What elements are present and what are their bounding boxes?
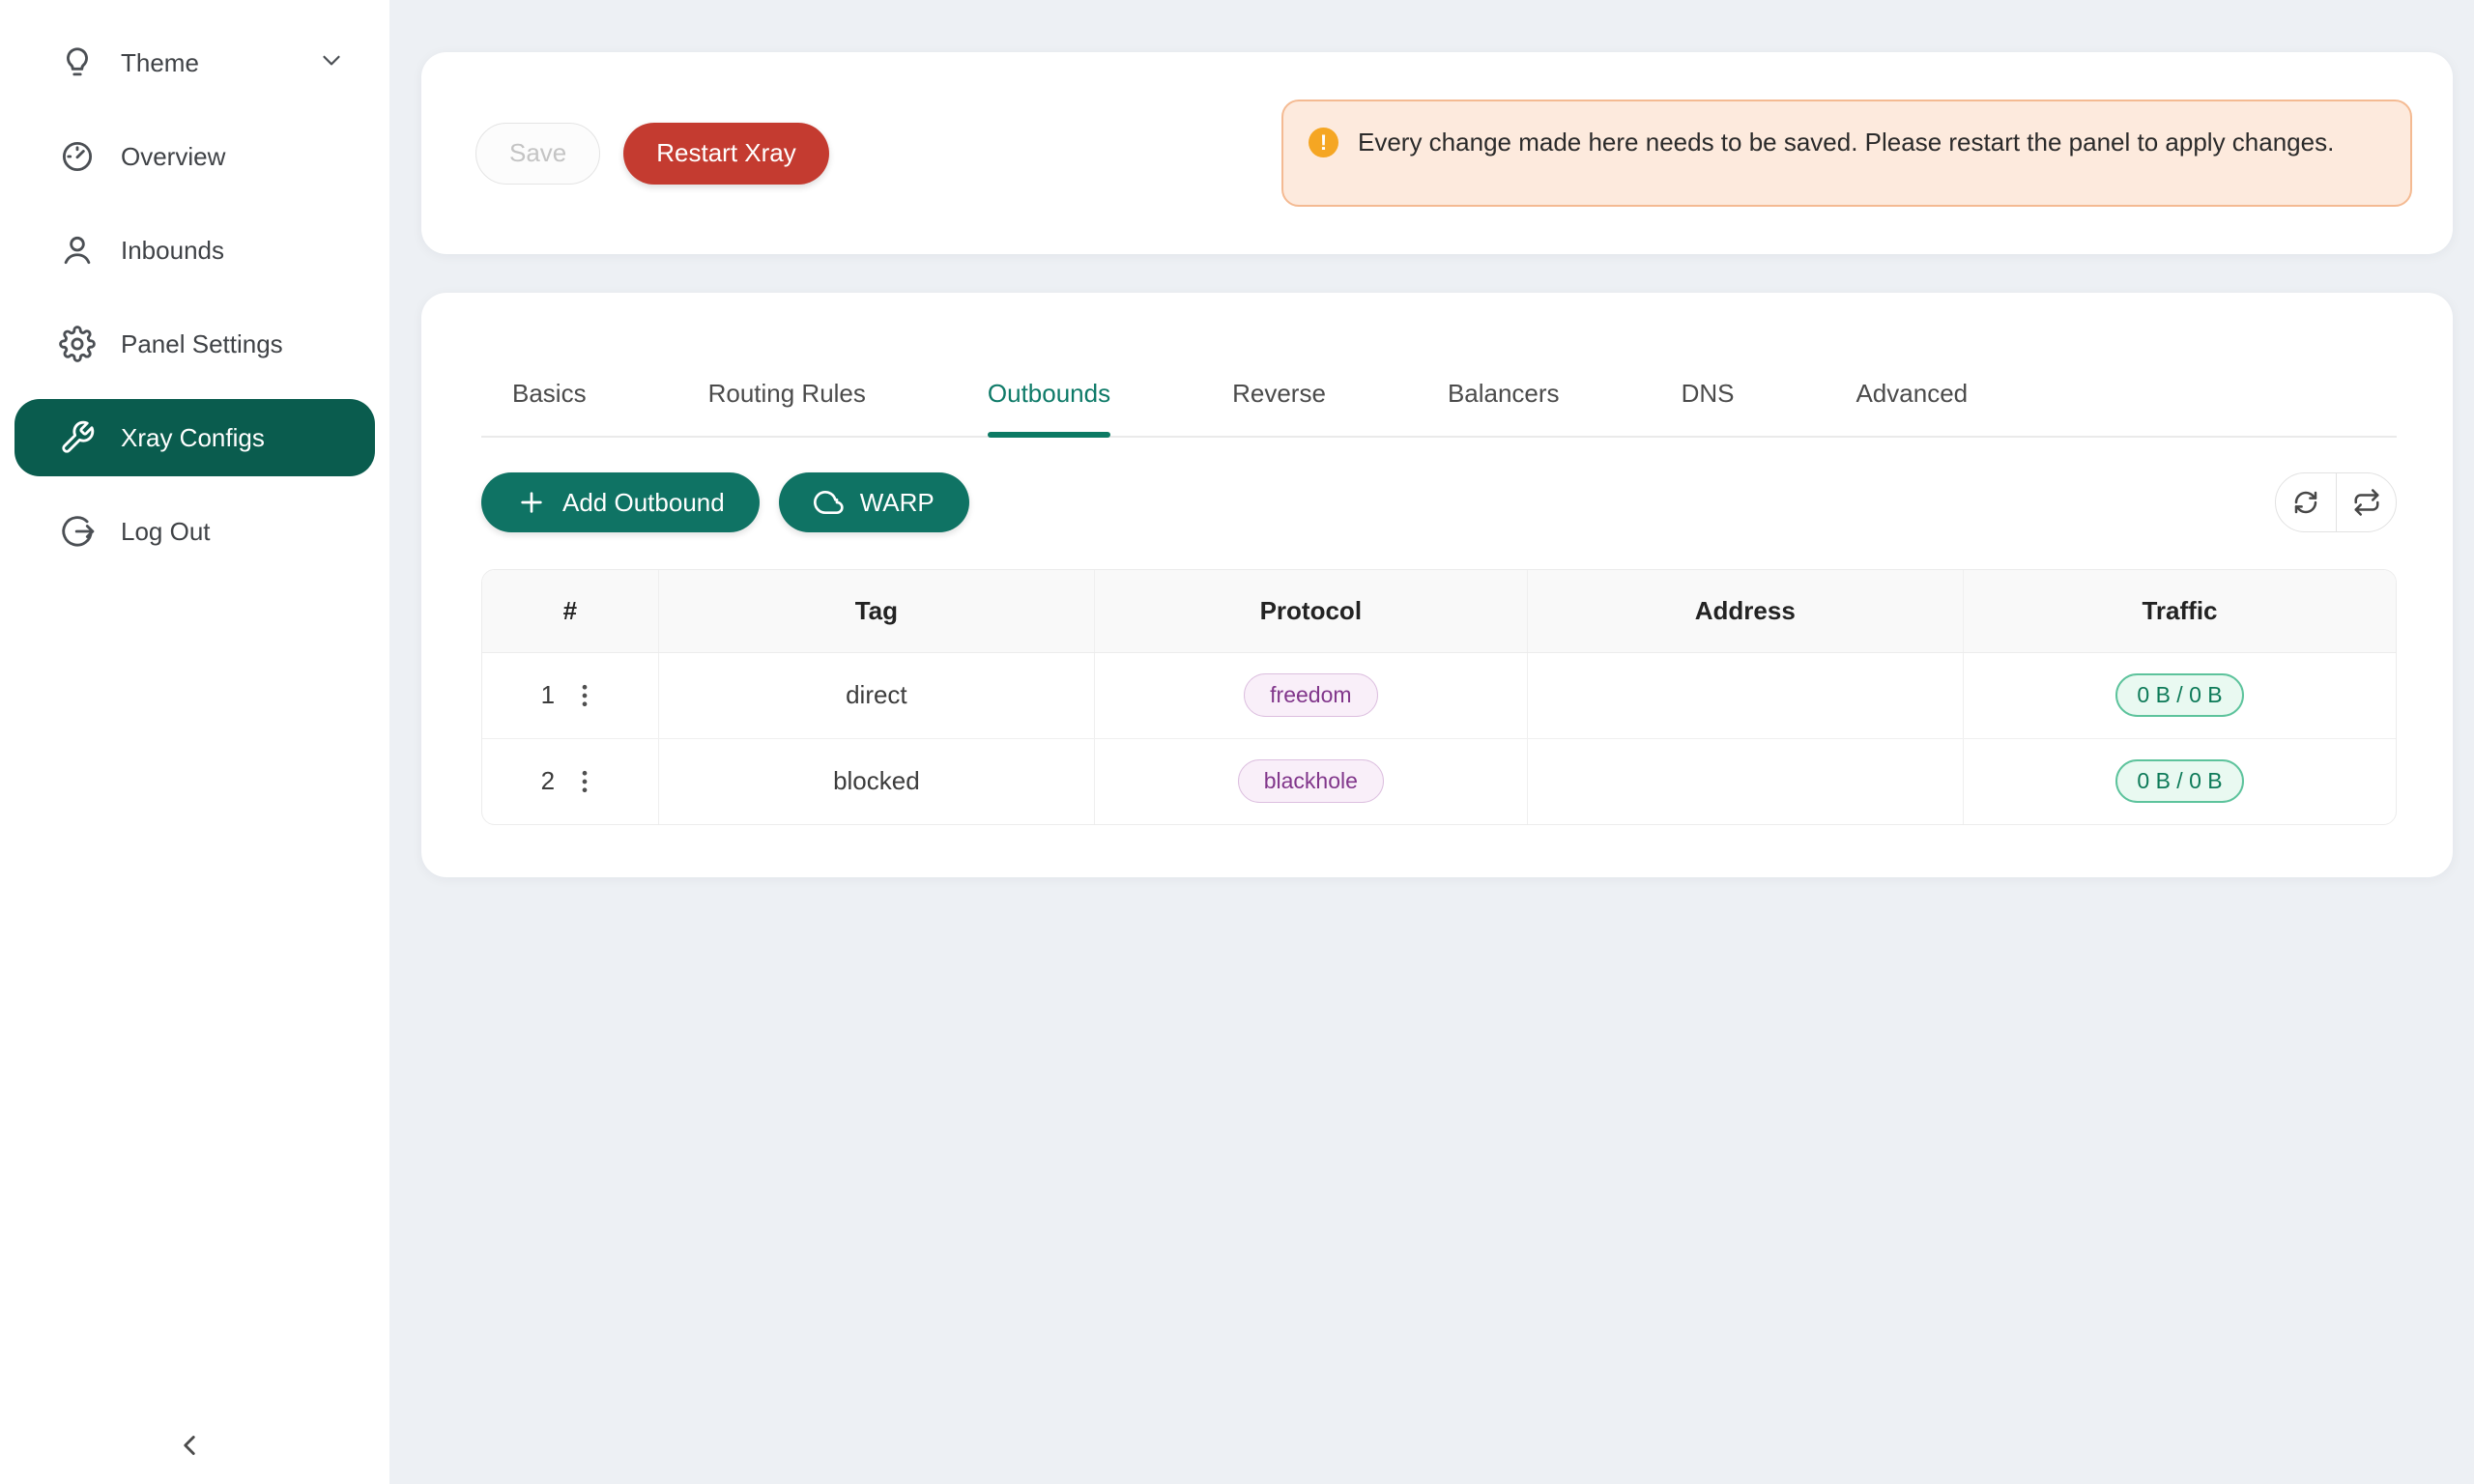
table-row: 1 direct freedom 0 B / 0 B	[482, 652, 2396, 738]
row-tag: direct	[658, 652, 1094, 738]
gauge-icon	[59, 138, 96, 175]
tab-advanced[interactable]: Advanced	[1856, 351, 1968, 436]
tab-basics[interactable]: Basics	[512, 351, 587, 436]
row-address	[1527, 652, 1963, 738]
sidebar-item-label: Inbounds	[121, 236, 224, 266]
chevron-left-icon	[173, 1429, 206, 1467]
tab-reverse[interactable]: Reverse	[1232, 351, 1326, 436]
sidebar-item-panel-settings[interactable]: Panel Settings	[14, 305, 375, 383]
sidebar-item-label: Xray Configs	[121, 423, 265, 453]
sidebar-item-label: Panel Settings	[121, 329, 283, 359]
sidebar-item-label: Theme	[121, 48, 199, 78]
exclamation-icon: !	[1309, 128, 1338, 157]
cloud-icon	[814, 487, 845, 518]
save-restart-card: Save Restart Xray ! Every change made he…	[421, 52, 2453, 254]
kebab-icon	[570, 681, 599, 710]
gear-icon	[59, 326, 96, 362]
user-icon	[59, 232, 96, 269]
restart-warning-alert: ! Every change made here needs to be sav…	[1281, 100, 2412, 207]
sidebar-item-label: Log Out	[121, 517, 211, 547]
add-outbound-button[interactable]: Add Outbound	[481, 472, 760, 532]
table-tools-group	[2275, 472, 2397, 532]
row-menu-button[interactable]	[570, 681, 599, 710]
toggle-view-button[interactable]	[2336, 473, 2396, 531]
column-header-protocol: Protocol	[1095, 570, 1527, 652]
repeat-icon	[2352, 488, 2381, 517]
tab-dns[interactable]: DNS	[1682, 351, 1735, 436]
sidebar-item-theme[interactable]: Theme	[14, 24, 375, 101]
row-index: 1	[541, 680, 555, 710]
outbounds-table: # Tag Protocol Address Traffic 1	[481, 569, 2397, 825]
bulb-icon	[59, 44, 96, 81]
sidebar-item-log-out[interactable]: Log Out	[14, 493, 375, 570]
row-address	[1527, 738, 1963, 824]
tab-outbounds[interactable]: Outbounds	[988, 351, 1110, 436]
sidebar-item-label: Overview	[121, 142, 225, 172]
traffic-badge: 0 B / 0 B	[2115, 759, 2243, 803]
row-index: 2	[541, 766, 555, 796]
add-outbound-label: Add Outbound	[562, 488, 725, 518]
row-tag: blocked	[658, 738, 1094, 824]
column-header-tag: Tag	[658, 570, 1094, 652]
restart-xray-button[interactable]: Restart Xray	[623, 123, 829, 185]
tab-balancers[interactable]: Balancers	[1448, 351, 1560, 436]
traffic-badge: 0 B / 0 B	[2115, 673, 2243, 717]
protocol-badge: freedom	[1244, 673, 1377, 717]
alert-message: Every change made here needs to be saved…	[1358, 121, 2334, 163]
sidebar-nav: Theme Overview Inbounds Panel Settings	[0, 0, 389, 570]
chevron-down-icon	[317, 45, 346, 81]
sidebar-collapse-button[interactable]	[166, 1424, 213, 1470]
warp-label: WARP	[860, 488, 935, 518]
column-header-index: #	[482, 570, 658, 652]
sidebar-item-xray-configs[interactable]: Xray Configs	[14, 399, 375, 476]
sidebar-item-overview[interactable]: Overview	[14, 118, 375, 195]
tab-routing-rules[interactable]: Routing Rules	[708, 351, 866, 436]
logout-icon	[59, 513, 96, 550]
wrench-icon	[59, 419, 96, 456]
plus-icon	[516, 487, 547, 518]
refresh-button[interactable]	[2276, 473, 2336, 531]
sidebar: Theme Overview Inbounds Panel Settings	[0, 0, 389, 1484]
column-header-traffic: Traffic	[1964, 570, 2397, 652]
config-tabs: Basics Routing Rules Outbounds Reverse B…	[481, 351, 2397, 438]
sync-icon	[2291, 488, 2320, 517]
outbounds-actions: Add Outbound WARP	[481, 472, 2397, 532]
table-header-row: # Tag Protocol Address Traffic	[482, 570, 2396, 652]
sidebar-item-inbounds[interactable]: Inbounds	[14, 212, 375, 289]
column-header-address: Address	[1527, 570, 1963, 652]
xray-configs-card: Basics Routing Rules Outbounds Reverse B…	[421, 293, 2453, 877]
warp-button[interactable]: WARP	[779, 472, 969, 532]
kebab-icon	[570, 767, 599, 796]
protocol-badge: blackhole	[1238, 759, 1384, 803]
save-button[interactable]: Save	[475, 123, 600, 185]
row-menu-button[interactable]	[570, 767, 599, 796]
table-row: 2 blocked blackhole 0 B / 0 B	[482, 738, 2396, 824]
